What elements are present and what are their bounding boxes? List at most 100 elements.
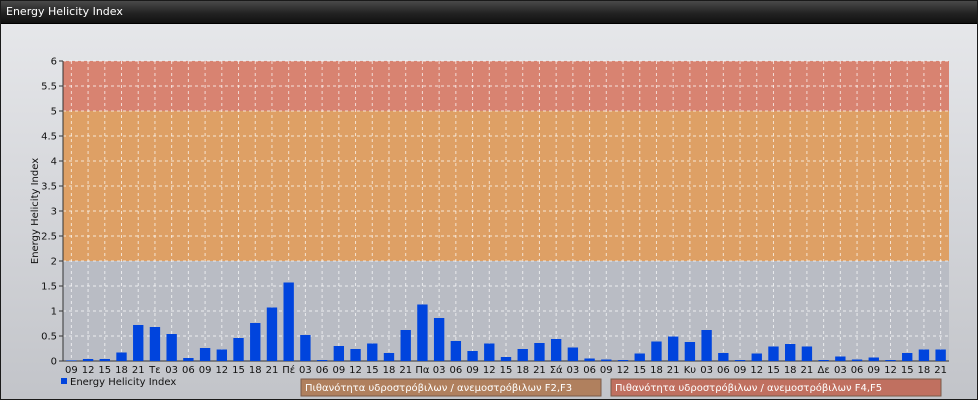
x-tick-label: 09 [332,365,345,376]
x-tick-label: 15 [767,365,780,376]
x-tick-label: 21 [399,365,412,376]
bar [383,353,395,361]
x-tick-label: 21 [533,365,546,376]
bar [517,349,528,361]
legend-label: Energy Helicity Index [70,377,176,388]
bar [701,330,712,361]
x-tick-label: 21 [266,365,279,376]
y-tick-label: 6 [51,57,57,68]
bar [801,346,813,361]
x-tick-label: 15 [633,365,646,376]
y-tick-label: 5.5 [41,82,57,93]
y-tick-label: 1.5 [41,282,57,293]
zone-legend-label: Πιθανότητα υδροστρόβιλων / ανεμοστρόβιλω… [305,382,572,394]
bar [902,353,913,361]
bar [116,352,127,361]
x-tick-label: 06 [449,365,462,376]
bar [601,359,612,361]
x-tick-label: Κυ [684,365,697,376]
x-tick-label: Πα [415,365,430,376]
bar [183,358,194,361]
x-tick-label: 06 [717,365,730,376]
x-tick-label: Σά [550,364,563,376]
x-tick-label: 18 [516,365,529,376]
bar [734,360,746,361]
x-tick-label: 09 [466,365,479,376]
x-tick-label: 12 [750,365,763,376]
bar [768,346,779,361]
bar [433,318,445,361]
x-tick-label: 09 [867,365,880,376]
bar [550,339,562,361]
bar [835,356,846,361]
bar [216,349,227,361]
x-tick-label: 12 [483,365,496,376]
x-tick-label: 03 [700,365,713,376]
x-tick-label: 12 [884,365,897,376]
bar [617,360,629,361]
bar [851,359,863,361]
x-tick-label: 18 [784,365,797,376]
bar [199,348,211,361]
bar [534,343,545,361]
y-tick-label: 3.5 [41,182,57,193]
x-tick-label: 06 [851,365,864,376]
bar [918,349,930,361]
x-tick-label: Πέ [282,364,295,376]
x-tick-label: 12 [82,365,95,376]
x-tick-label: 12 [349,365,362,376]
bar [785,344,796,361]
x-tick-label: 21 [934,365,947,376]
bar [300,335,311,361]
bar [166,334,177,361]
bar [400,330,411,361]
bar [450,341,462,361]
bar [500,357,512,361]
x-tick-label: 18 [115,365,128,376]
x-tick-label: 09 [600,365,613,376]
y-tick-label: 4.5 [41,132,57,143]
x-tick-label: 18 [650,365,663,376]
x-tick-label: 03 [433,365,446,376]
bar [316,360,328,361]
bar [350,349,361,361]
bar [684,342,696,361]
x-tick-label: 18 [918,365,931,376]
y-axis-label: Energy Helicity Index [30,158,41,264]
x-tick-label: 03 [567,365,580,376]
x-tick-label: 06 [583,365,596,376]
y-tick-label: 4 [51,157,57,168]
legend-swatch [61,378,67,384]
x-tick-label: 09 [65,365,78,376]
bar [66,360,77,361]
bar [233,338,244,361]
y-tick-label: 3 [51,207,57,218]
y-tick-label: 2.5 [41,232,57,243]
bar [484,343,495,361]
bar [718,353,729,361]
y-tick-label: 0 [51,357,57,368]
bar [467,351,478,361]
x-tick-label: 18 [249,365,262,376]
window-title: Energy Helicity Index [6,5,123,18]
bar [567,347,579,361]
y-tick-label: 5 [51,107,57,118]
title-bar: Energy Helicity Index [1,1,977,24]
bar [82,359,94,361]
x-tick-label: Δε [817,365,829,376]
x-tick-label: 03 [834,365,847,376]
bar [818,360,829,361]
x-tick-label: 06 [182,365,195,376]
chart-svg: 0 0.5 1 1.5 2 2.5 3 3.5 4 4.5 5 5.5 6 Energy Helicity… [30,57,949,397]
x-tick-label: 21 [667,365,680,376]
x-tick-label: 15 [98,365,111,376]
bar [133,325,144,361]
bar [667,336,679,361]
bar [584,358,595,361]
bar [250,323,261,361]
x-tick-label: 12 [617,365,630,376]
bar [935,349,946,361]
bar [651,341,662,361]
x-tick-label: 15 [500,365,513,376]
bar [99,359,110,361]
